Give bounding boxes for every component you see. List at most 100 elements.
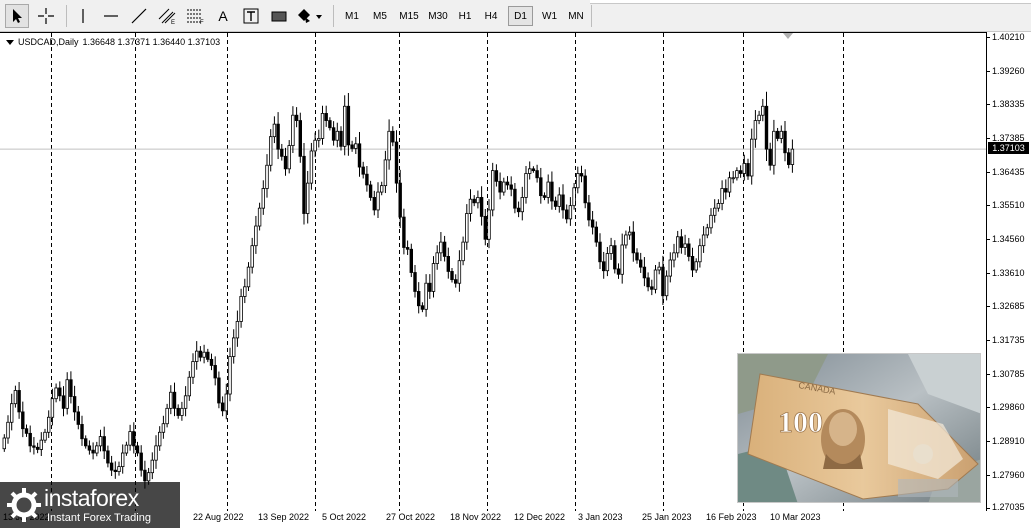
candle bbox=[387, 119, 391, 170]
candle bbox=[217, 371, 221, 409]
price-tick-mark bbox=[987, 272, 990, 274]
candle bbox=[635, 248, 639, 264]
candle bbox=[468, 189, 473, 222]
timeframe-m1[interactable]: M1 bbox=[339, 6, 365, 26]
candle bbox=[361, 161, 365, 179]
price-axis-label: 1.39260 bbox=[992, 65, 1025, 76]
price-axis-label: 1.32685 bbox=[992, 300, 1025, 311]
candle bbox=[43, 428, 47, 443]
price-tick-mark bbox=[987, 474, 990, 476]
horizontal-line-tool[interactable] bbox=[98, 4, 124, 28]
timeframe-mn[interactable]: MN bbox=[563, 6, 589, 26]
text-label-tool[interactable] bbox=[238, 4, 264, 28]
candle bbox=[313, 132, 317, 158]
candle bbox=[128, 424, 132, 451]
candle bbox=[80, 415, 84, 446]
candle bbox=[509, 176, 513, 197]
candle bbox=[605, 246, 610, 277]
timeframe-m5[interactable]: M5 bbox=[367, 6, 393, 26]
price-axis-label: 1.35510 bbox=[992, 200, 1025, 210]
timeframe-m15[interactable]: M15 bbox=[395, 6, 423, 26]
time-axis-label: 16 Feb 2023 bbox=[706, 512, 757, 522]
candle bbox=[576, 166, 580, 194]
candle bbox=[39, 432, 43, 457]
crosshair-tool[interactable] bbox=[33, 4, 59, 28]
price-tick-mark bbox=[987, 171, 990, 173]
chart-menu-triangle-icon[interactable] bbox=[6, 39, 14, 45]
price-axis-label: 1.38335 bbox=[992, 99, 1025, 110]
candle bbox=[250, 237, 254, 274]
candle bbox=[24, 424, 29, 437]
cursor-arrow-icon bbox=[10, 8, 24, 24]
candle bbox=[157, 426, 162, 451]
candle bbox=[302, 142, 306, 225]
candle bbox=[98, 429, 103, 452]
candle bbox=[65, 372, 69, 415]
candle bbox=[72, 385, 77, 421]
timeframe-h1[interactable]: H1 bbox=[453, 6, 477, 26]
rectangle-tool[interactable] bbox=[266, 4, 292, 28]
candle bbox=[228, 347, 232, 402]
candle bbox=[483, 208, 487, 246]
candle bbox=[568, 197, 573, 226]
candle bbox=[775, 127, 780, 142]
fibonacci-tool[interactable]: F bbox=[182, 4, 208, 28]
candle bbox=[324, 105, 328, 127]
candle bbox=[154, 435, 158, 469]
candle bbox=[653, 264, 658, 294]
vertical-line-tool[interactable] bbox=[70, 4, 96, 28]
candle bbox=[394, 130, 399, 193]
horizontal-line-icon bbox=[102, 7, 120, 25]
text-tool[interactable]: A bbox=[210, 4, 236, 28]
price-axis[interactable]: 1.40210 1.39260 1.38335 1.37385 1.36435 1.355… bbox=[987, 32, 1031, 512]
candle bbox=[561, 184, 565, 219]
candle bbox=[320, 105, 325, 145]
candle bbox=[442, 235, 447, 262]
trendline-tool[interactable] bbox=[126, 4, 152, 28]
logo-wordmark: instaforex bbox=[44, 485, 139, 511]
price-tick-mark bbox=[987, 406, 990, 408]
timeframe-w1[interactable]: W1 bbox=[537, 6, 562, 26]
candle bbox=[413, 265, 417, 298]
candle bbox=[268, 129, 273, 172]
price-axis-label: 1.34560 bbox=[992, 233, 1025, 244]
candle bbox=[528, 161, 532, 180]
time-axis-label: 5 Oct 2022 bbox=[322, 512, 367, 522]
candle bbox=[676, 230, 680, 258]
candle bbox=[328, 117, 332, 131]
candle bbox=[76, 405, 80, 430]
equidistant-channel-tool[interactable]: E bbox=[154, 4, 180, 28]
candle bbox=[513, 182, 517, 214]
timeframe-h4[interactable]: H4 bbox=[479, 6, 503, 26]
candle bbox=[365, 165, 369, 192]
cursor-tool[interactable] bbox=[5, 4, 29, 28]
candle bbox=[531, 166, 536, 173]
candle bbox=[405, 240, 410, 255]
candle bbox=[265, 154, 269, 198]
candle bbox=[13, 385, 18, 408]
timeframe-d1[interactable]: D1 bbox=[508, 6, 533, 26]
candle bbox=[516, 201, 521, 218]
candle bbox=[368, 180, 373, 201]
candle bbox=[335, 122, 339, 148]
candle bbox=[117, 461, 121, 476]
shapes-menu-tool[interactable] bbox=[294, 4, 326, 28]
candle bbox=[2, 434, 6, 452]
candle bbox=[416, 282, 421, 314]
candle bbox=[257, 202, 262, 231]
candle bbox=[450, 267, 454, 283]
chart-shift-marker-icon[interactable] bbox=[783, 33, 793, 39]
candle bbox=[354, 137, 358, 154]
candle bbox=[106, 445, 110, 468]
candle bbox=[683, 234, 687, 255]
rectangle-icon bbox=[270, 7, 288, 25]
candle bbox=[487, 199, 491, 249]
time-axis-label: 25 Jan 2023 bbox=[642, 512, 692, 522]
candle bbox=[594, 221, 598, 247]
timeframe-m30[interactable]: M30 bbox=[424, 6, 452, 26]
candle bbox=[701, 226, 706, 253]
time-axis-label: 13 Sep 2022 bbox=[258, 512, 310, 522]
candle bbox=[650, 279, 654, 296]
candle bbox=[787, 148, 791, 169]
chart-title: USDCAD,Daily 1.36648 1.37371 1.36440 1.3… bbox=[6, 37, 220, 47]
